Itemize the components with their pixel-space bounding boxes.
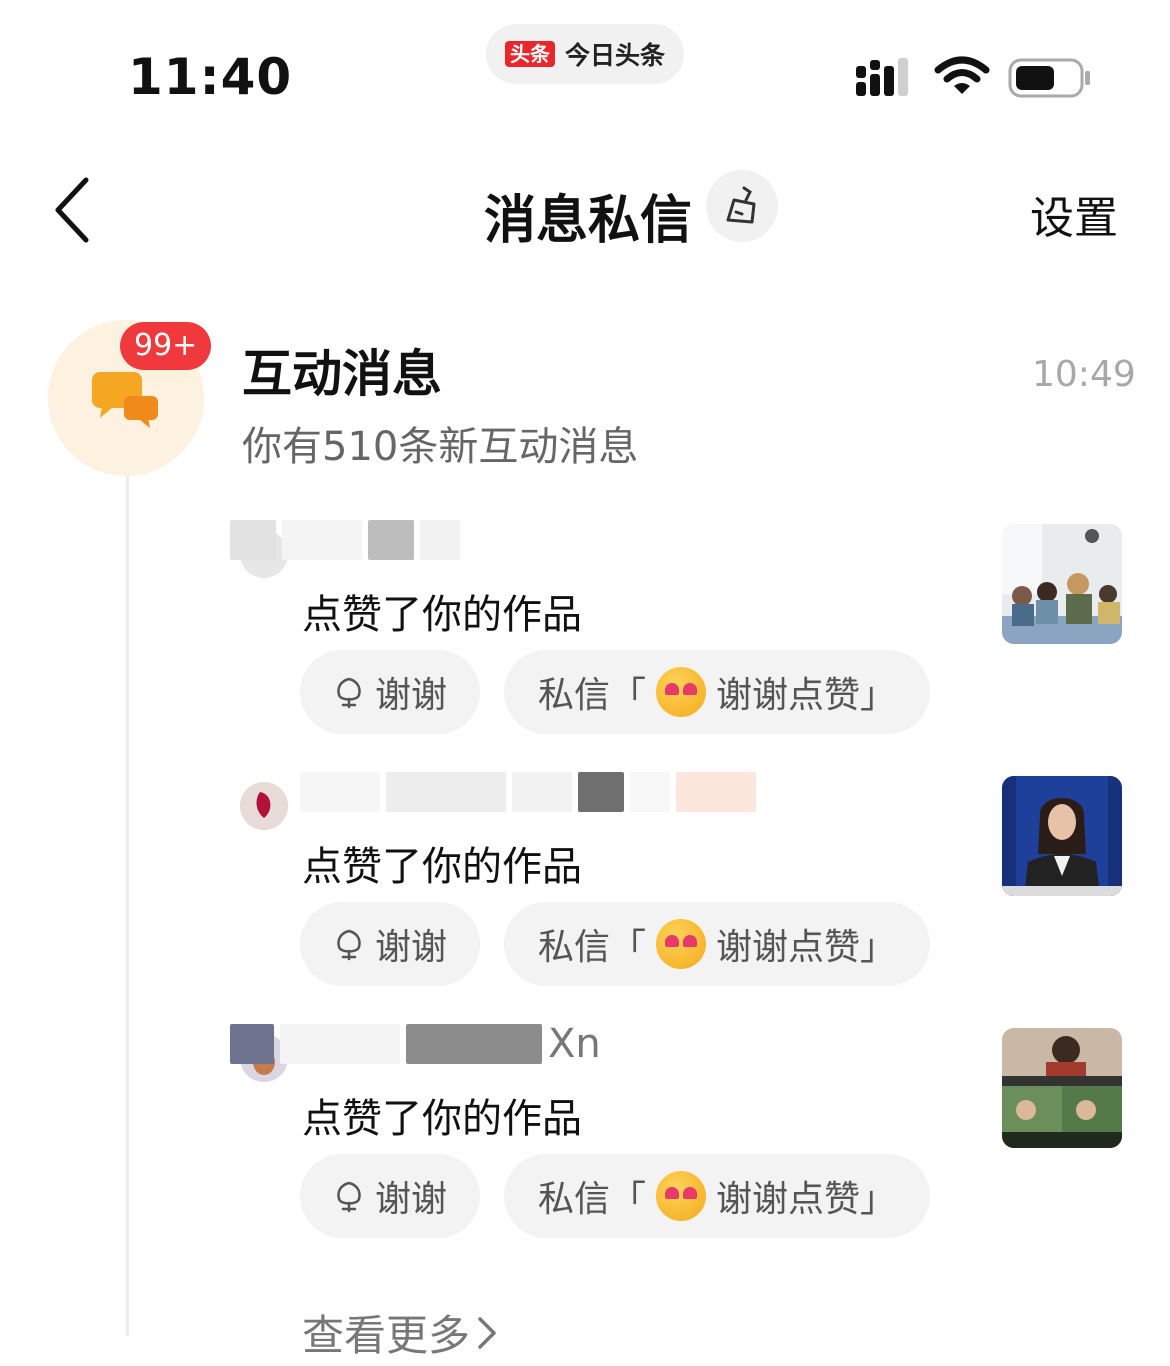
thanks-button[interactable]: 谢谢 (300, 902, 480, 986)
hearts-emoji-icon (656, 1171, 706, 1221)
list-item[interactable]: 点赞了你的作品 谢谢 私信「 谢谢点赞」 (0, 520, 1170, 782)
see-more-link[interactable]: 查看更多 (302, 1302, 498, 1363)
dm-thanks-button[interactable]: 私信「 谢谢点赞」 (504, 650, 930, 734)
clear-unread-button[interactable] (706, 170, 778, 242)
item-action: 点赞了你的作品 (302, 592, 582, 638)
thanks-label: 谢谢 (374, 1179, 447, 1220)
chevron-right-icon (478, 1316, 496, 1349)
work-thumbnail[interactable] (1002, 1028, 1122, 1148)
signal-icon (856, 58, 908, 96)
thanks-button[interactable]: 谢谢 (300, 650, 480, 734)
list-item[interactable]: Xn 点赞了你的作品 谢谢 私信「 谢谢点赞」 (0, 1021, 1170, 1286)
interaction-subtitle: 你有510条新互动消息 (242, 424, 639, 470)
app-logo: 头条 (504, 41, 555, 67)
interaction-title[interactable]: 互动消息 (242, 334, 442, 406)
wifi-icon (934, 56, 990, 94)
blurred-username (230, 518, 830, 562)
work-thumbnail[interactable] (1002, 776, 1122, 896)
chat-bubbles-icon (92, 372, 158, 428)
dm-text: 谢谢点赞」 (716, 927, 897, 968)
app-name: 今日头条 (564, 41, 665, 70)
item-action: 点赞了你的作品 (302, 1096, 582, 1142)
status-time: 11:40 (128, 48, 293, 106)
flower-icon (337, 929, 361, 961)
battery-icon (1008, 58, 1090, 98)
dm-prefix: 私信「 (537, 675, 646, 716)
dm-prefix: 私信「 (537, 927, 646, 968)
interaction-time: 10:49 (1032, 354, 1136, 395)
see-more-label: 查看更多 (302, 1311, 471, 1360)
username-fragment: Xn (548, 1021, 601, 1067)
app-switch-pill[interactable]: 头条 今日头条 (486, 24, 684, 84)
thanks-label: 谢谢 (374, 927, 447, 968)
item-action: 点赞了你的作品 (302, 844, 582, 890)
avatar (240, 782, 288, 830)
list-item[interactable]: 点赞了你的作品 谢谢 私信「 谢谢点赞」 (0, 772, 1170, 1034)
blurred-username: Xn (230, 1021, 830, 1067)
thanks-label: 谢谢 (374, 675, 447, 716)
dm-thanks-button[interactable]: 私信「 谢谢点赞」 (504, 902, 930, 986)
dm-prefix: 私信「 (537, 1179, 646, 1220)
dm-text: 谢谢点赞」 (716, 1179, 897, 1220)
dm-thanks-button[interactable]: 私信「 谢谢点赞」 (504, 1154, 930, 1238)
flower-icon (337, 1181, 361, 1213)
page-title: 消息私信 (484, 191, 693, 251)
dm-text: 谢谢点赞」 (716, 675, 897, 716)
hearts-emoji-icon (656, 919, 706, 969)
work-thumbnail[interactable] (1002, 524, 1122, 644)
unread-badge: 99+ (120, 322, 212, 370)
settings-button[interactable]: 设置 (1030, 182, 1118, 246)
flower-icon (337, 677, 361, 709)
blurred-username (300, 770, 900, 814)
chevron-left-icon[interactable] (40, 170, 110, 250)
thanks-button[interactable]: 谢谢 (300, 1154, 480, 1238)
hearts-emoji-icon (656, 667, 706, 717)
broom-icon (726, 186, 756, 224)
